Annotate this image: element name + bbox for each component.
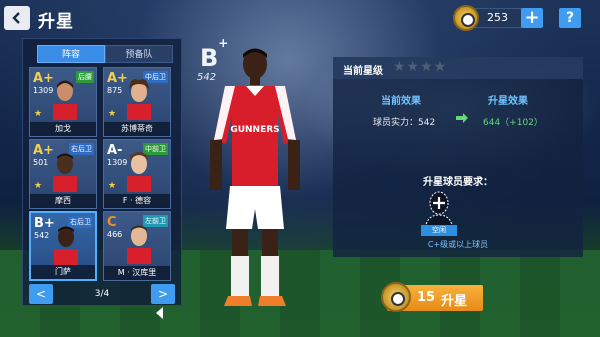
star-icon: ★ [34,181,43,191]
back-button[interactable] [4,6,30,30]
player-name: M · 汉库里 [104,266,170,280]
player-avatar [127,79,151,120]
player-avatar [127,225,151,264]
current-effect-label: 当前效果 [381,96,421,107]
upgrade-star-button[interactable]: 15 升星 [381,282,483,312]
player-rating: 875 [107,86,123,95]
player-model: GUNNERS [210,48,300,306]
slot-status-label: 空闲 [421,225,457,236]
upgrade-label: 升星 [441,294,468,309]
player-avatar [53,153,77,192]
pagination: < 3/4 > [29,284,175,304]
player-avatar [127,152,151,192]
player-card[interactable]: A+ 875 中后卫 ★ 苏博蒂奇 [103,67,171,137]
player-card[interactable]: A+ 1309 后腰 ★ 加戈 [29,67,97,137]
player-avatar [54,226,78,265]
star-level-label: 当前星级 [343,66,383,77]
page-title: 升星 [38,12,74,32]
requirement-title: 升星球员要求： [423,177,493,188]
player-card[interactable]: A+ 501 右后卫 ★ 摩西 [29,139,97,209]
top-bar: 升星 253 + ? [0,0,600,36]
player-rating: 466 [107,230,123,239]
requirement-caption: C+级或以上球员 [427,240,489,249]
next-page-button[interactable]: > [151,284,175,304]
upgrade-cost: 15 [417,290,436,305]
tab-lineup[interactable]: 阵容 [37,45,105,63]
upgraded-stat-value: 644（+102） [483,118,543,128]
player-grade: A- [107,143,123,158]
help-button[interactable]: ? [559,8,581,28]
chevron-left-icon [12,12,20,24]
prev-page-button[interactable]: < [29,284,53,304]
star-level-header: 当前星级 ★★★★ [333,57,583,79]
coin-icon [381,282,411,312]
currency-amount: 253 [487,11,508,24]
player-name: F · 德容 [104,194,170,208]
star-rating-icons: ★★★★ [393,59,448,75]
tab-bar: 阵容 预备队 [37,45,173,63]
star-icon: ★ [108,181,117,191]
player-rating: 501 [33,158,49,167]
player-list-panel: 阵容 预备队 A+ 1309 后腰 ★ 加戈 A+ 875 中后卫 ★ 苏博蒂奇… [22,38,182,306]
player-name: 门萨 [31,265,95,279]
player-card-selected[interactable]: B+ 542 右后卫 门萨 [29,211,97,281]
upgraded-effect-label: 升星效果 [488,96,528,107]
player-name: 加戈 [30,122,96,136]
tab-reserves[interactable]: 预备队 [105,45,173,63]
shirt-sponsor-text: GUNNERS [230,125,279,135]
star-icon: ★ [34,109,43,119]
player-avatar [53,80,77,120]
add-currency-button[interactable]: + [521,8,543,28]
page-indicator: 3/4 [94,289,110,299]
player-name: 摩西 [30,194,96,208]
player-card[interactable]: C 466 左前卫 M · 汉库里 [103,211,171,281]
star-icon: ★ [108,109,117,119]
player-grade: C [107,215,117,230]
player-name: 苏博蒂奇 [104,122,170,136]
upgrade-info-panel: 当前星级 ★★★★ 当前效果 升星效果 球员实力：542 644（+102） 升… [333,57,583,257]
coin-icon [453,5,479,31]
current-stat-value: 球员实力：542 [373,118,436,128]
arrow-right-icon [456,113,468,123]
player-rating: 542 [34,231,50,240]
player-card[interactable]: A- 1309 中前卫 ★ F · 德容 [103,139,171,209]
collapse-panel-icon[interactable] [153,306,167,320]
